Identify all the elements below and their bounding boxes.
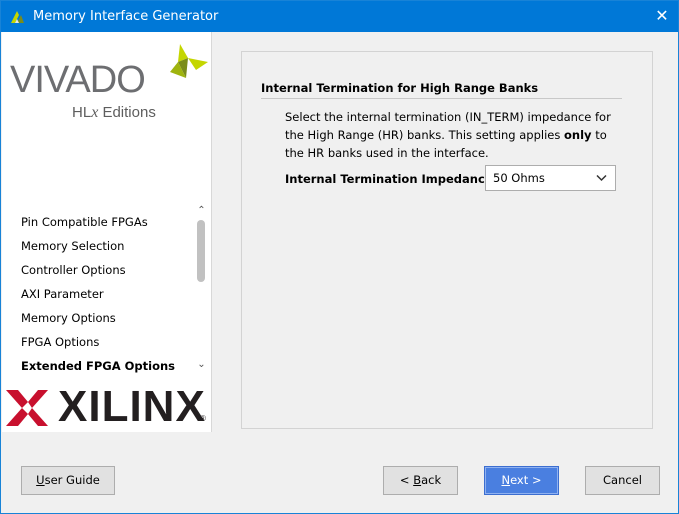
nav-item-memory-selection[interactable]: Memory Selection [2,234,194,258]
section-description: Select the internal termination (IN_TERM… [285,110,611,160]
close-icon[interactable]: ✕ [652,7,672,27]
scroll-up-icon[interactable]: ⌃ [194,204,209,218]
xilinx-wordmark: XILINX [58,382,206,431]
vivado-icon [11,11,24,23]
impedance-select[interactable]: 50 Ohms [485,165,616,191]
back-button[interactable]: < Back [383,466,458,495]
xilinx-x-icon [6,390,48,426]
hlx-editions: HLx Editions [72,104,156,121]
impedance-value: 50 Ohms [493,171,545,185]
cancel-button[interactable]: Cancel [585,466,660,495]
main-panel: Internal Termination for High Range Bank… [241,51,653,429]
vivado-leaf-icon [170,44,208,78]
section-divider [261,98,622,99]
next-button[interactable]: Next > [484,466,559,495]
left-panel: VIVADO HLx Editions Pin Compatible FPGAs… [2,32,212,432]
chevron-down-icon [596,174,607,182]
dialog-window: Memory Interface Generator ✕ VIVADO HLx … [0,0,679,514]
section-title: Internal Termination for High Range Bank… [261,81,539,95]
registered-mark: ® [200,414,206,423]
nav-item-extended-fpga-options[interactable]: Extended FPGA Options [2,354,194,376]
scroll-down-icon[interactable]: ⌄ [194,358,209,372]
vivado-logo: VIVADO HLx Editions [6,38,212,138]
nav-item-memory-options[interactable]: Memory Options [2,306,194,330]
nav-item-controller-options[interactable]: Controller Options [2,258,194,282]
window-title: Memory Interface Generator [33,9,219,24]
xilinx-logo: XILINX ® [4,384,212,430]
nav-item-axi-parameter[interactable]: AXI Parameter [2,282,194,306]
step-nav-list: Pin Compatible FPGAs Memory Selection Co… [2,210,194,376]
user-guide-button[interactable]: User Guide [21,466,115,495]
nav-item-pin-compatible-fpgas[interactable]: Pin Compatible FPGAs [2,210,194,234]
title-bar: Memory Interface Generator ✕ [1,1,678,32]
nav-item-fpga-options[interactable]: FPGA Options [2,330,194,354]
impedance-label: Internal Termination Impedance [285,172,493,186]
vivado-wordmark: VIVADO [10,59,146,101]
nav-scrollbar[interactable]: ⌃ ⌄ [194,204,209,374]
scroll-thumb[interactable] [197,220,205,282]
